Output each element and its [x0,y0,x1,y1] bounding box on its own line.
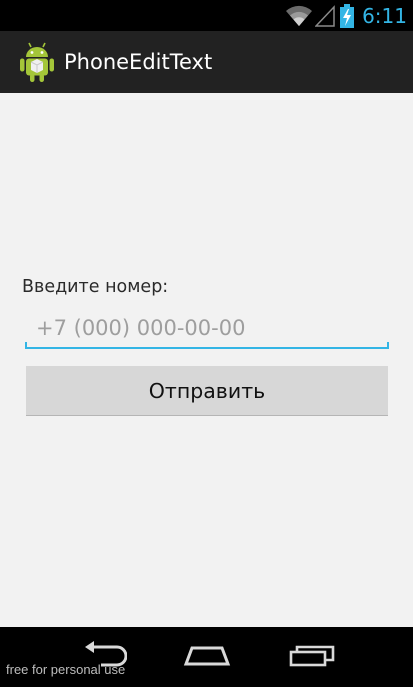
phone-input[interactable]: +7 (000) 000-00-00 [25,311,389,349]
phone-input-placeholder: +7 (000) 000-00-00 [36,316,246,340]
status-clock: 6:11 [362,4,407,28]
battery-charging-icon [340,4,355,28]
phone-label: Введите номер: [22,277,169,297]
status-bar: 6:11 [0,0,413,31]
action-bar: PhoneEditText [0,31,413,93]
signal-icon [315,5,335,27]
navigation-bar [0,627,413,687]
send-button[interactable]: Отправить [26,366,388,416]
home-button[interactable] [167,627,247,687]
recent-apps-button[interactable] [272,627,352,687]
watermark: free for personal use [6,662,126,677]
main-content: Введите номер: +7 (000) 000-00-00 Отправ… [0,93,413,627]
status-icons: 6:11 [285,3,407,29]
back-button[interactable] [64,627,144,687]
wifi-icon [285,5,313,27]
android-robot-icon[interactable] [17,41,57,83]
home-icon [182,644,232,670]
app-title: PhoneEditText [64,50,213,74]
recent-apps-icon [288,642,336,672]
send-button-label: Отправить [148,378,266,403]
